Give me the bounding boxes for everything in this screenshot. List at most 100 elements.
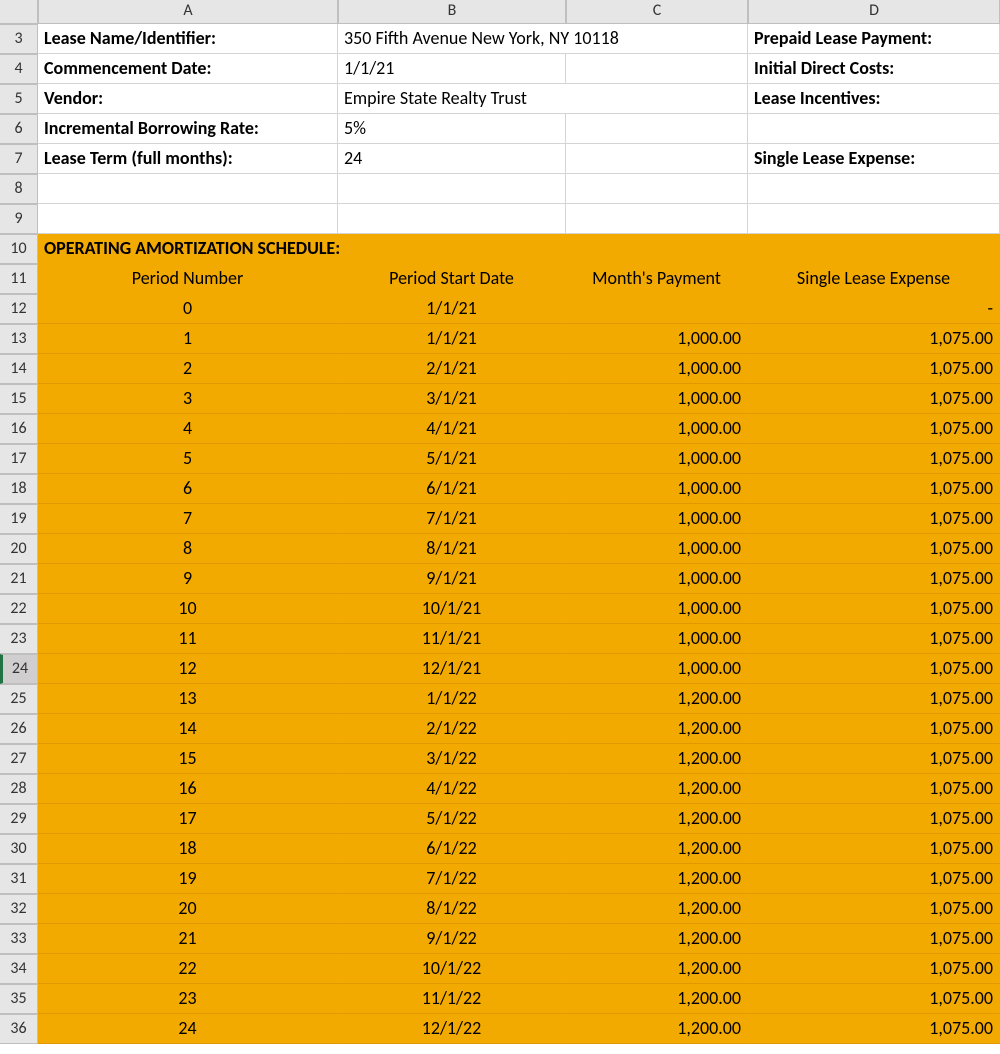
cell-C18[interactable]: 1,000.00: [566, 474, 748, 504]
cell-A5[interactable]: Vendor:: [38, 84, 338, 114]
cell-C3[interactable]: [566, 24, 748, 54]
cell-A26[interactable]: 14: [38, 714, 338, 744]
cell-D9[interactable]: [748, 204, 1000, 234]
cell-D4[interactable]: Initial Direct Costs:: [748, 54, 1000, 84]
cell-C23[interactable]: 1,000.00: [566, 624, 748, 654]
cell-A4[interactable]: Commencement Date:: [38, 54, 338, 84]
cell-D15[interactable]: 1,075.00: [748, 384, 1000, 414]
cell-C22[interactable]: 1,000.00: [566, 594, 748, 624]
cell-B12[interactable]: 1/1/21: [338, 294, 566, 324]
cell-C4[interactable]: [566, 54, 748, 84]
cell-C32[interactable]: 1,200.00: [566, 894, 748, 924]
cell-D35[interactable]: 1,075.00: [748, 984, 1000, 1014]
cell-D20[interactable]: 1,075.00: [748, 534, 1000, 564]
row-header-36[interactable]: 36: [0, 1014, 38, 1044]
row-header-10[interactable]: 10: [0, 234, 38, 264]
select-all-corner[interactable]: [0, 0, 38, 24]
cell-D33[interactable]: 1,075.00: [748, 924, 1000, 954]
cell-C20[interactable]: 1,000.00: [566, 534, 748, 564]
row-header-27[interactable]: 27: [0, 744, 38, 774]
cell-C6[interactable]: [566, 114, 748, 144]
row-header-23[interactable]: 23: [0, 624, 38, 654]
row-header-21[interactable]: 21: [0, 564, 38, 594]
cell-C19[interactable]: 1,000.00: [566, 504, 748, 534]
cell-C7[interactable]: [566, 144, 748, 174]
row-header-17[interactable]: 17: [0, 444, 38, 474]
cell-B6[interactable]: 5%: [338, 114, 566, 144]
cell-B3[interactable]: 350 Fifth Avenue New York, NY 10118: [338, 24, 566, 54]
cell-B25[interactable]: 1/1/22: [338, 684, 566, 714]
cell-B31[interactable]: 7/1/22: [338, 864, 566, 894]
cell-C16[interactable]: 1,000.00: [566, 414, 748, 444]
cell-A8[interactable]: [38, 174, 338, 204]
cell-C21[interactable]: 1,000.00: [566, 564, 748, 594]
cell-C12[interactable]: [566, 294, 748, 324]
cell-D34[interactable]: 1,075.00: [748, 954, 1000, 984]
row-header-14[interactable]: 14: [0, 354, 38, 384]
cell-A28[interactable]: 16: [38, 774, 338, 804]
row-header-8[interactable]: 8: [0, 174, 38, 204]
cell-C24[interactable]: 1,000.00: [566, 654, 748, 684]
cell-D28[interactable]: 1,075.00: [748, 774, 1000, 804]
cell-C27[interactable]: 1,200.00: [566, 744, 748, 774]
row-header-28[interactable]: 28: [0, 774, 38, 804]
row-header-34[interactable]: 34: [0, 954, 38, 984]
cell-D24[interactable]: 1,075.00: [748, 654, 1000, 684]
schedule-title[interactable]: OPERATING AMORTIZATION SCHEDULE:: [38, 234, 1000, 264]
cell-B33[interactable]: 9/1/22: [338, 924, 566, 954]
cell-D16[interactable]: 1,075.00: [748, 414, 1000, 444]
cell-A22[interactable]: 10: [38, 594, 338, 624]
sched-col-expense[interactable]: Single Lease Expense: [748, 264, 1000, 294]
row-header-7[interactable]: 7: [0, 144, 38, 174]
cell-D19[interactable]: 1,075.00: [748, 504, 1000, 534]
cell-B4[interactable]: 1/1/21: [338, 54, 566, 84]
cell-A20[interactable]: 8: [38, 534, 338, 564]
cell-B26[interactable]: 2/1/22: [338, 714, 566, 744]
cell-D12[interactable]: -: [748, 294, 1000, 324]
cell-B16[interactable]: 4/1/21: [338, 414, 566, 444]
cell-D23[interactable]: 1,075.00: [748, 624, 1000, 654]
col-header-D[interactable]: D: [748, 0, 1000, 24]
cell-A6[interactable]: Incremental Borrowing Rate:: [38, 114, 338, 144]
cell-D32[interactable]: 1,075.00: [748, 894, 1000, 924]
cell-B30[interactable]: 6/1/22: [338, 834, 566, 864]
cell-D25[interactable]: 1,075.00: [748, 684, 1000, 714]
cell-A25[interactable]: 13: [38, 684, 338, 714]
cell-C30[interactable]: 1,200.00: [566, 834, 748, 864]
cell-D17[interactable]: 1,075.00: [748, 444, 1000, 474]
cell-B23[interactable]: 11/1/21: [338, 624, 566, 654]
cell-B8[interactable]: [338, 174, 566, 204]
row-header-9[interactable]: 9: [0, 204, 38, 234]
cell-A33[interactable]: 21: [38, 924, 338, 954]
row-header-18[interactable]: 18: [0, 474, 38, 504]
cell-B14[interactable]: 2/1/21: [338, 354, 566, 384]
cell-C31[interactable]: 1,200.00: [566, 864, 748, 894]
cell-A32[interactable]: 20: [38, 894, 338, 924]
cell-D6[interactable]: [748, 114, 1000, 144]
cell-D21[interactable]: 1,075.00: [748, 564, 1000, 594]
cell-B7[interactable]: 24: [338, 144, 566, 174]
cell-C28[interactable]: 1,200.00: [566, 774, 748, 804]
cell-D7[interactable]: Single Lease Expense:: [748, 144, 1000, 174]
cell-A30[interactable]: 18: [38, 834, 338, 864]
row-header-20[interactable]: 20: [0, 534, 38, 564]
row-header-16[interactable]: 16: [0, 414, 38, 444]
row-header-29[interactable]: 29: [0, 804, 38, 834]
row-header-5[interactable]: 5: [0, 84, 38, 114]
row-header-13[interactable]: 13: [0, 324, 38, 354]
row-header-35[interactable]: 35: [0, 984, 38, 1014]
row-header-30[interactable]: 30: [0, 834, 38, 864]
cell-B27[interactable]: 3/1/22: [338, 744, 566, 774]
cell-B22[interactable]: 10/1/21: [338, 594, 566, 624]
cell-B36[interactable]: 12/1/22: [338, 1014, 566, 1044]
row-header-22[interactable]: 22: [0, 594, 38, 624]
cell-D36[interactable]: 1,075.00: [748, 1014, 1000, 1044]
cell-A19[interactable]: 7: [38, 504, 338, 534]
cell-B18[interactable]: 6/1/21: [338, 474, 566, 504]
sched-col-period[interactable]: Period Number: [38, 264, 338, 294]
row-header-4[interactable]: 4: [0, 54, 38, 84]
cell-C15[interactable]: 1,000.00: [566, 384, 748, 414]
row-header-26[interactable]: 26: [0, 714, 38, 744]
cell-A29[interactable]: 17: [38, 804, 338, 834]
cell-B32[interactable]: 8/1/22: [338, 894, 566, 924]
